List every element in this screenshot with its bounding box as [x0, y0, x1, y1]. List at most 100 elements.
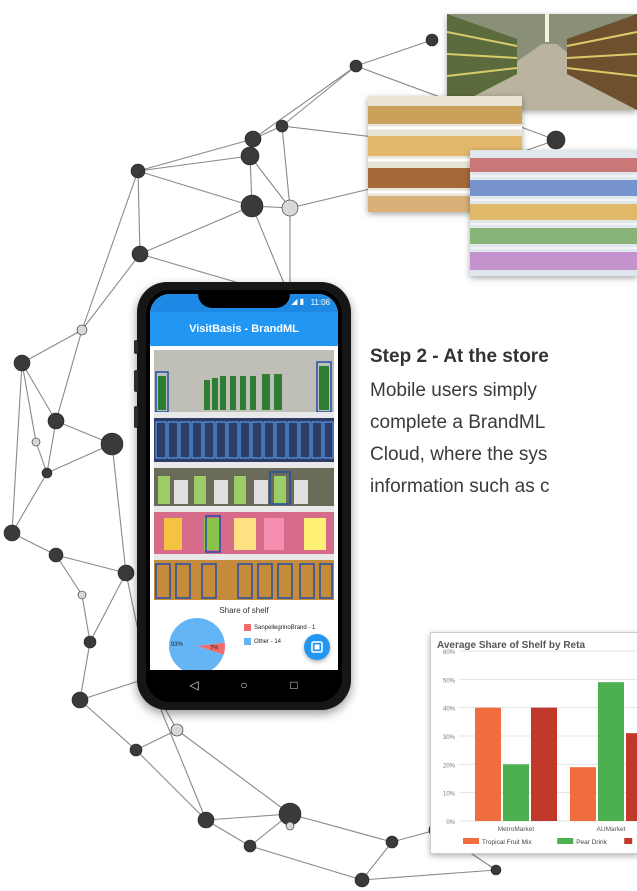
gallery-icon — [311, 641, 323, 653]
shelf-detection-image[interactable] — [154, 350, 334, 600]
share-pie-chart: 7%93% — [169, 618, 225, 670]
step-line-3: Cloud, where the sys — [370, 444, 548, 465]
network-edge — [252, 65, 357, 140]
network-edge — [81, 594, 91, 643]
phone-side-button — [134, 406, 138, 428]
phone-screen: ◢ ▮ 11:06 VisitBasis - BrandML Share of … — [150, 294, 338, 670]
network-node — [71, 691, 89, 709]
network-node — [240, 146, 260, 166]
network-node — [281, 199, 299, 217]
network-edge — [139, 205, 253, 255]
y-tick-label: 30% — [443, 735, 456, 741]
gallery-fab-button[interactable] — [304, 634, 330, 660]
legend-label: Other - 14 — [254, 639, 282, 646]
network-node — [490, 864, 502, 876]
network-node — [100, 432, 124, 456]
network-node — [197, 811, 215, 829]
phone-side-button — [134, 340, 138, 354]
step-title: Step 2 - At the store — [370, 346, 549, 367]
y-tick-label: 40% — [443, 707, 456, 713]
network-edge — [21, 329, 83, 364]
recents-icon[interactable]: □ — [284, 678, 304, 692]
network-edge — [137, 155, 251, 172]
legend-swatch — [463, 838, 479, 844]
app-title: VisitBasis - BrandML — [150, 312, 338, 346]
bar — [503, 764, 529, 821]
network-edge — [11, 472, 48, 534]
network-node — [130, 163, 146, 179]
network-node — [354, 872, 370, 888]
legend-swatch — [244, 624, 251, 631]
bar — [570, 767, 596, 821]
network-edge — [79, 699, 137, 751]
bar — [531, 707, 557, 821]
y-tick-label: 50% — [443, 678, 456, 684]
y-tick-label: 20% — [443, 763, 456, 769]
network-node — [129, 743, 143, 757]
bar — [598, 682, 624, 821]
bar — [626, 733, 637, 821]
network-node — [76, 324, 88, 336]
network-node — [170, 723, 184, 737]
network-edge — [205, 813, 291, 821]
phone-notch — [198, 290, 290, 308]
network-edge — [11, 362, 23, 534]
chart-title: Average Share of Shelf by Reta — [437, 640, 586, 651]
pie-slice-label: 93% — [171, 642, 184, 648]
step-line-4: information such as c — [370, 476, 550, 497]
network-node — [285, 821, 295, 831]
network-edge — [89, 572, 127, 643]
bar-chart: 0%10%20%30%40%50%60%MetroMarket AUMarketT… — [443, 650, 637, 846]
network-edge — [81, 170, 139, 331]
network-edge — [55, 329, 83, 422]
network-node — [131, 245, 149, 263]
network-edge — [361, 869, 497, 881]
y-tick-label: 0% — [446, 820, 455, 826]
network-node — [243, 839, 257, 853]
x-tick-label: AUMarket — [597, 826, 626, 833]
step-line-1: Mobile users simply — [370, 380, 537, 401]
network-node — [117, 564, 135, 582]
network-node — [3, 524, 21, 542]
y-tick-label: 10% — [443, 792, 456, 798]
network-edge — [137, 170, 141, 255]
android-nav-bar: ◁ ○ □ — [146, 670, 342, 702]
network-edge — [137, 170, 253, 207]
network-node — [83, 635, 97, 649]
phone-side-button — [134, 370, 138, 392]
status-time: 11:06 — [310, 298, 330, 307]
legend-label: Pear Drink — [576, 839, 607, 846]
network-node — [41, 467, 53, 479]
x-tick-label: MetroMarket — [498, 826, 535, 833]
network-node — [13, 354, 31, 372]
network-edge — [289, 813, 393, 843]
network-node — [77, 590, 87, 600]
legend-swatch — [244, 638, 251, 645]
home-icon[interactable]: ○ — [234, 678, 254, 692]
network-node — [385, 835, 399, 849]
back-icon[interactable]: ◁ — [184, 678, 204, 692]
network-node — [31, 437, 41, 447]
network-node — [349, 59, 363, 73]
bar — [475, 707, 501, 821]
phone-mockup: ◢ ▮ 11:06 VisitBasis - BrandML Share of … — [134, 282, 351, 710]
network-edge — [281, 65, 357, 127]
network-node — [425, 33, 439, 47]
network-edge — [355, 39, 433, 67]
legend-swatch — [624, 838, 633, 844]
network-edge — [137, 138, 254, 172]
network-edge — [176, 729, 291, 815]
store-products-photo — [470, 150, 637, 276]
phone-body: ◢ ▮ 11:06 VisitBasis - BrandML Share of … — [146, 290, 342, 702]
legend-swatch — [557, 838, 574, 844]
legend-label: Tropical Fruit Mix — [482, 839, 532, 846]
share-of-shelf-caption: Share of shelf — [219, 606, 269, 615]
signal-battery-icon: ◢ ▮ — [291, 297, 304, 306]
pie-legend-brand: SanpellegrinoBrand - 1 — [244, 624, 315, 631]
network-node — [546, 130, 566, 150]
step-line-2: complete a BrandML — [370, 412, 546, 433]
network-node — [275, 119, 289, 133]
network-edge — [111, 443, 127, 574]
network-edge — [79, 641, 91, 701]
pie-legend-other: Other - 14 — [244, 638, 281, 645]
